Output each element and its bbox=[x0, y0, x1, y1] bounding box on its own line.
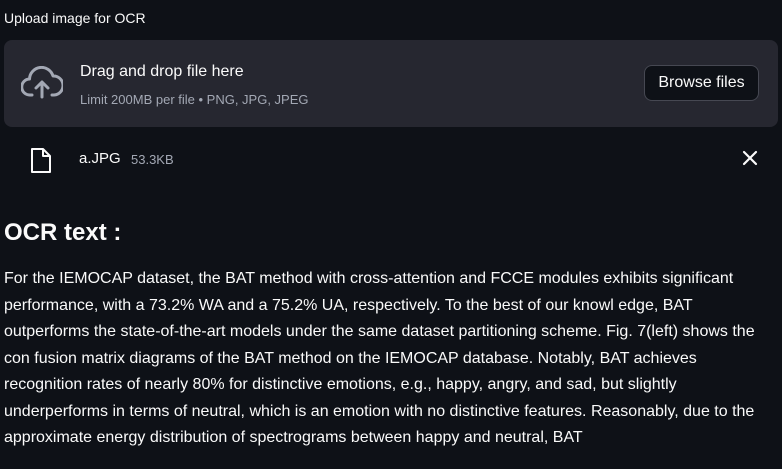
browse-files-button[interactable]: Browse files bbox=[644, 65, 759, 101]
upload-label: Upload image for OCR bbox=[4, 10, 146, 26]
file-size: 53.3KB bbox=[131, 152, 174, 167]
ocr-text: For the IEMOCAP dataset, the BAT method … bbox=[4, 270, 755, 446]
file-name: a.JPG bbox=[79, 150, 121, 167]
dropzone-title: Drag and drop file here bbox=[80, 63, 244, 80]
close-icon[interactable] bbox=[742, 150, 758, 166]
dropzone-hint: Limit 200MB per file • PNG, JPG, JPEG bbox=[80, 92, 309, 107]
cloud-upload-icon bbox=[21, 66, 63, 99]
file-dropzone[interactable]: Drag and drop file here Limit 200MB per … bbox=[4, 40, 778, 127]
uploaded-file-row: a.JPG 53.3KB bbox=[4, 140, 778, 180]
ocr-heading: OCR text : bbox=[4, 219, 122, 246]
file-icon bbox=[31, 148, 51, 173]
